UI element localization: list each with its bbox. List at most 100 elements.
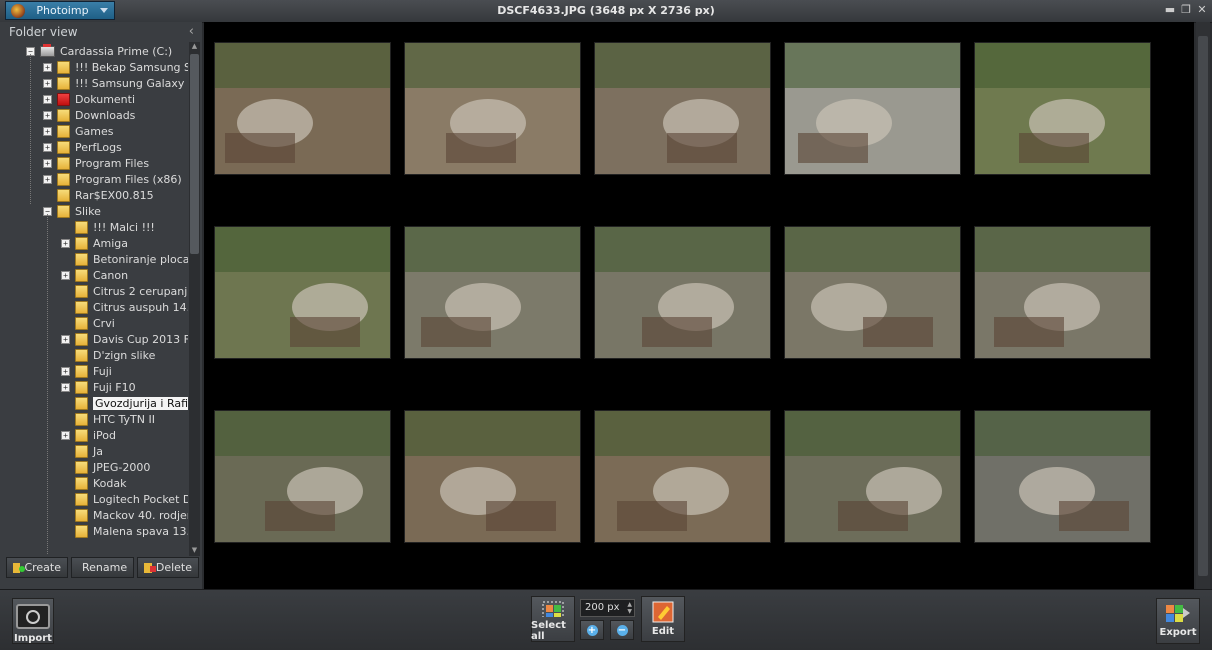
tree-item[interactable]: Citrus 2 cerupanje (61, 283, 188, 299)
zoom-out-button[interactable]: − (610, 620, 634, 640)
tree-item[interactable]: Malena spava 13.08. (61, 523, 188, 539)
expand-icon[interactable]: + (61, 430, 70, 440)
spinner-arrows-icon[interactable]: ▲ ▼ (627, 601, 632, 615)
photo-thumbnail[interactable] (214, 42, 391, 175)
expand-icon[interactable]: + (43, 174, 52, 184)
photo-image (595, 227, 770, 358)
bottom-toolbar: Import Select all 200 px ▲ ▼ + − Edit Ex… (0, 589, 1212, 650)
scroll-down-icon[interactable]: ▼ (189, 546, 200, 556)
tree-item[interactable]: Ja (61, 443, 103, 459)
thumbnail-size-input[interactable]: 200 px ▲ ▼ (580, 599, 635, 617)
expand-icon[interactable]: + (61, 382, 70, 392)
tree-item[interactable]: + Program Files (43, 155, 149, 171)
tree-item[interactable]: Logitech Pocket Dig (61, 491, 188, 507)
photo-thumbnail[interactable] (594, 42, 771, 175)
zoom-in-button[interactable]: + (580, 620, 604, 640)
photo-thumbnail[interactable] (404, 410, 581, 543)
tree-item[interactable]: + Program Files (x86) (43, 171, 182, 187)
tree-scroll-thumb[interactable] (190, 54, 199, 254)
expand-icon[interactable]: + (43, 78, 52, 88)
select-all-button[interactable]: Select all (531, 596, 575, 642)
tree-item[interactable]: + Canon (61, 267, 128, 283)
tree-item[interactable]: Citrus auspuh 14.09. (61, 299, 188, 315)
tree-item-label: Slike (75, 204, 101, 218)
tree-item[interactable]: + !!! Bekap Samsung SII !!! (43, 59, 188, 75)
tree-item[interactable]: Kodak (61, 475, 127, 491)
tree-item[interactable]: + Games (43, 123, 113, 139)
photo-thumbnail[interactable] (784, 42, 961, 175)
folder-icon (75, 524, 88, 538)
tree-item[interactable]: D'zign slike (61, 347, 155, 363)
import-button[interactable]: Import (12, 598, 54, 644)
scroll-up-icon[interactable]: ▲ (189, 42, 200, 52)
expand-icon[interactable]: + (43, 126, 52, 136)
export-button[interactable]: Export (1156, 598, 1200, 644)
grid-scrollbar[interactable] (1196, 22, 1210, 589)
tree-item-label: HTC TyTN II (93, 412, 155, 426)
tree-item[interactable]: + Fuji F10 (61, 379, 136, 395)
tree-item[interactable]: + !!! Samsung Galaxy S4 !! (43, 75, 188, 91)
photo-thumbnail[interactable] (404, 42, 581, 175)
expand-icon[interactable]: + (43, 158, 52, 168)
expand-icon[interactable]: + (43, 110, 52, 120)
expand-icon[interactable]: + (61, 334, 70, 344)
tree-scrollbar[interactable]: ▲ ▼ (189, 42, 200, 556)
tree-item[interactable]: Betoniranje ploca i s (61, 251, 188, 267)
select-all-label: Select all (531, 620, 566, 642)
folder-icon (75, 460, 88, 474)
expand-icon[interactable]: + (61, 366, 70, 376)
tree-item-label: Citrus auspuh 14.09. (93, 300, 188, 314)
tree-item[interactable]: + Amiga (61, 235, 128, 251)
tree-item[interactable]: Crvi (61, 315, 115, 331)
rename-button[interactable]: Rename (71, 557, 134, 578)
maximize-button[interactable]: ❐ (1180, 3, 1192, 17)
tree-item[interactable]: JPEG-2000 (61, 459, 150, 475)
tree-item[interactable]: + Fuji (61, 363, 112, 379)
photo-thumbnail[interactable] (214, 410, 391, 543)
tree-item[interactable]: + PerfLogs (43, 139, 122, 155)
create-button[interactable]: Create (6, 557, 68, 578)
expand-icon[interactable]: + (61, 270, 70, 280)
tree-item-label: Fuji (93, 364, 112, 378)
photo-thumbnail[interactable] (974, 226, 1151, 359)
thumbnail-size-value: 200 px (585, 602, 620, 613)
tree-item[interactable]: − Slike (43, 203, 101, 219)
photo-thumbnail[interactable] (214, 226, 391, 359)
create-label: Create (24, 561, 61, 574)
grid-scroll-thumb[interactable] (1198, 36, 1208, 576)
photo-thumbnail[interactable] (974, 42, 1151, 175)
photo-thumbnail[interactable] (594, 226, 771, 359)
chevron-left-icon[interactable]: ‹ (189, 24, 194, 39)
edit-button[interactable]: Edit (641, 596, 685, 642)
tree-item[interactable]: Rar$EX00.815 (43, 187, 154, 203)
close-button[interactable]: ✕ (1196, 3, 1208, 17)
minimize-button[interactable]: ▬ (1164, 3, 1176, 17)
folder-icon (75, 316, 88, 330)
tree-item-label: Dokumenti (75, 92, 136, 106)
expand-icon[interactable]: + (43, 142, 52, 152)
photo-thumbnail[interactable] (404, 226, 581, 359)
delete-button[interactable]: Delete (137, 557, 199, 578)
tree-item[interactable]: + Downloads (43, 107, 135, 123)
tree-item[interactable]: + Dokumenti (43, 91, 135, 107)
photo-image (595, 411, 770, 542)
tree-item[interactable]: − Cardassia Prime (C:) (26, 43, 172, 59)
tree-item[interactable]: Mackov 40. rodjend (61, 507, 188, 523)
photo-image (215, 411, 390, 542)
photo-thumbnail[interactable] (594, 410, 771, 543)
expand-icon[interactable]: + (43, 62, 52, 72)
tree-item[interactable]: HTC TyTN II (61, 411, 155, 427)
tree-item[interactable]: + iPod (61, 427, 116, 443)
folder-icon (57, 108, 70, 122)
expand-icon[interactable]: + (43, 94, 52, 104)
folder-icon (75, 492, 88, 506)
tree-item[interactable]: Gvozdjurija i Rafic 1! (61, 395, 188, 411)
tree-item[interactable]: + Davis Cup 2013 Fina (61, 331, 188, 347)
tree-item[interactable]: !!! Malci !!! (61, 219, 155, 235)
photo-thumbnail[interactable] (784, 410, 961, 543)
folder-icon (75, 412, 88, 426)
drive-icon (40, 43, 55, 57)
photo-thumbnail[interactable] (784, 226, 961, 359)
expand-icon[interactable]: + (61, 238, 70, 248)
photo-thumbnail[interactable] (974, 410, 1151, 543)
